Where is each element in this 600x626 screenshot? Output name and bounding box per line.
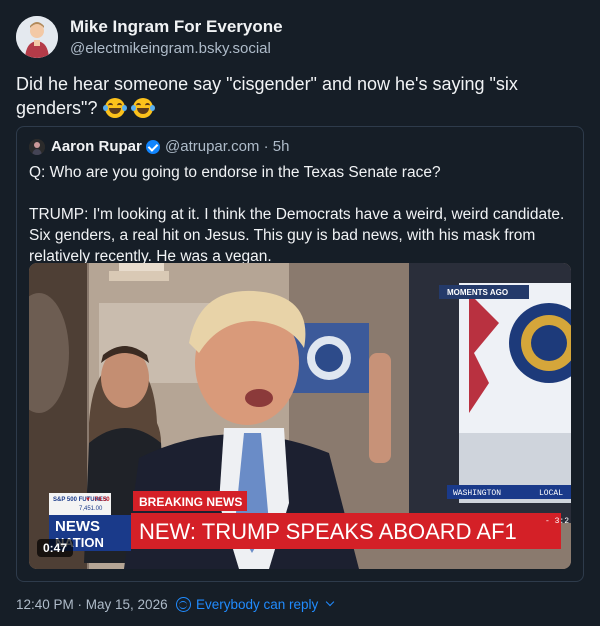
reply-settings-icon[interactable] bbox=[176, 597, 191, 612]
laughing-tears-emoji bbox=[131, 98, 156, 118]
quote-author-name[interactable]: Aaron Rupar bbox=[51, 138, 142, 155]
video-frame: MOMENTS AGO S&P 500 FUTURES ▼ -74.50 7,4… bbox=[29, 263, 571, 569]
ticker-value: 7,451.00 bbox=[79, 506, 103, 512]
quoted-post[interactable]: Aaron Rupar @atrupar.com · 5h Q: Who are… bbox=[16, 126, 584, 582]
post-text: Did he hear someone say "cisgender" and … bbox=[16, 72, 576, 120]
quote-text: Q: Who are you going to endorse in the T… bbox=[29, 162, 575, 267]
video-duration: 0:47 bbox=[37, 539, 74, 557]
video-player[interactable]: MOMENTS AGO S&P 500 FUTURES ▼ -74.50 7,4… bbox=[29, 263, 571, 569]
author-handle[interactable]: @electmikeingram.bsky.social bbox=[70, 40, 271, 57]
post-timestamp: 12:40 PM · May 15, 2026 bbox=[16, 597, 168, 612]
chevron-down-icon[interactable] bbox=[325, 597, 335, 607]
temp-label: - 3:2 bbox=[545, 517, 569, 526]
post-card: Mike Ingram For Everyone @electmikeingra… bbox=[0, 0, 600, 626]
laughing-tears-emoji bbox=[103, 98, 128, 118]
network-logo-top: NEWS bbox=[55, 518, 100, 535]
headline-text: NEW: TRUMP SPEAKS ABOARD AF1 bbox=[139, 519, 517, 544]
location-label: WASHINGTON bbox=[453, 489, 501, 498]
quote-author-avatar[interactable] bbox=[29, 139, 45, 155]
local-label: LOCAL bbox=[539, 489, 563, 498]
verified-check-icon bbox=[146, 140, 160, 154]
quote-paragraph: Q: Who are you going to endorse in the T… bbox=[29, 164, 441, 181]
post-body: Did he hear someone say "cisgender" and … bbox=[16, 74, 518, 118]
author-avatar[interactable] bbox=[16, 16, 58, 58]
reply-settings-button[interactable]: Everybody can reply bbox=[196, 597, 318, 612]
moments-ago-label: MOMENTS AGO bbox=[447, 288, 508, 297]
ticker-change: ▼ -74.50 bbox=[85, 497, 110, 503]
breaking-news-label: BREAKING NEWS bbox=[139, 495, 242, 509]
author-name[interactable]: Mike Ingram For Everyone bbox=[70, 17, 283, 37]
quote-author-handle[interactable]: @atrupar.com · 5h bbox=[165, 138, 289, 155]
quote-paragraph: TRUMP: I'm looking at it. I think the De… bbox=[29, 206, 565, 265]
